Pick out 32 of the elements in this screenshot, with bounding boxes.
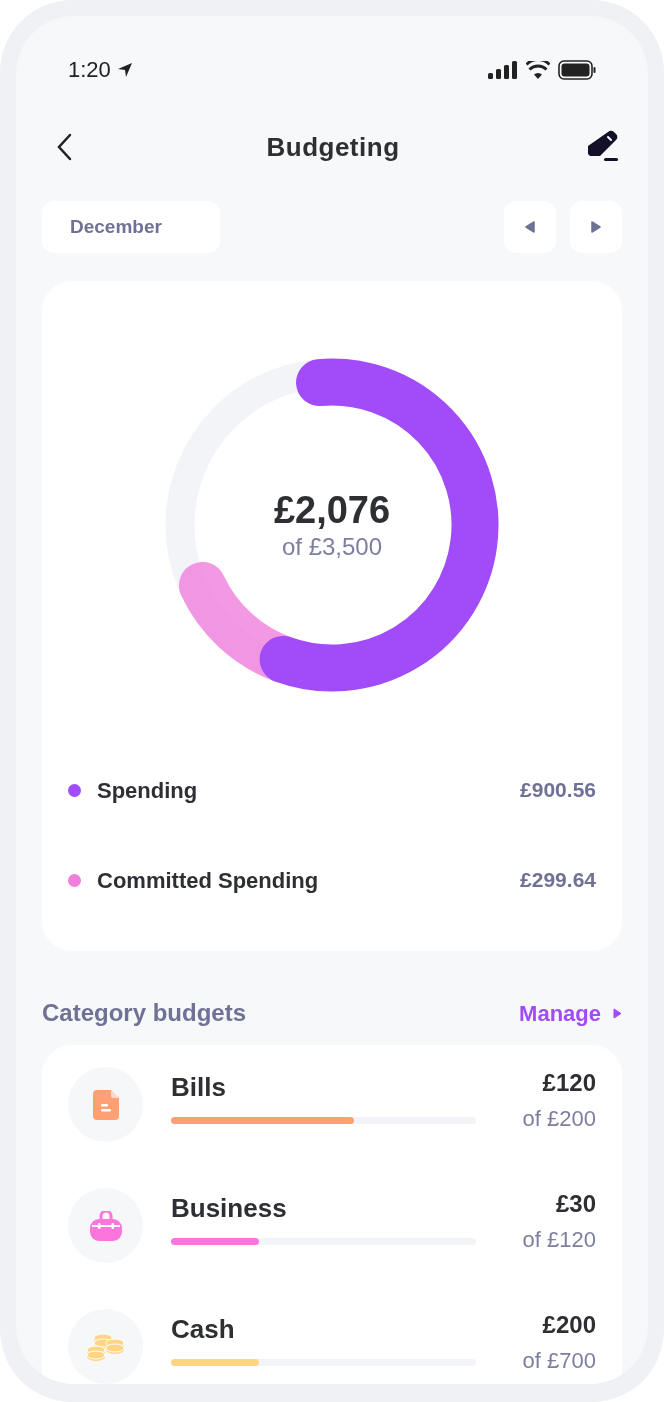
legend-label: Spending <box>97 776 198 805</box>
page-title: Budgeting <box>266 130 400 164</box>
budget-amount: of £200 <box>522 1105 596 1133</box>
legend-label: Committed Spending <box>97 866 319 895</box>
right-triangle-icon <box>613 1007 622 1019</box>
wifi-icon <box>526 60 550 79</box>
battery-icon <box>558 59 596 80</box>
spent-amount: £2,076 <box>273 488 391 533</box>
category-name: Cash <box>171 1313 236 1345</box>
spent-amount: £30 <box>555 1189 596 1219</box>
category-name: Business <box>171 1192 288 1224</box>
signal-icon <box>488 60 518 79</box>
coins-icon <box>86 1332 125 1361</box>
manage-link[interactable]: Manage <box>519 996 622 1030</box>
budget-amount: of £700 <box>522 1347 596 1375</box>
left-triangle-icon <box>525 221 535 234</box>
right-triangle-icon <box>591 221 601 234</box>
category-name: Bills <box>171 1071 227 1103</box>
legend-value: £299.64 <box>520 867 596 894</box>
budget-amount: of £120 <box>522 1226 596 1254</box>
spent-amount: £200 <box>542 1310 596 1340</box>
next-month-button[interactable] <box>570 201 622 254</box>
legend-value: £900.56 <box>520 777 596 804</box>
status-time: 1:20 <box>68 56 111 85</box>
location-arrow-icon <box>116 61 133 78</box>
total-budget: of £3,500 <box>281 532 383 563</box>
previous-month-button[interactable] <box>504 201 556 254</box>
briefcase-icon <box>89 1210 122 1241</box>
section-title: Category budgets <box>42 998 247 1028</box>
spent-amount: £120 <box>542 1068 596 1098</box>
document-icon <box>92 1089 119 1120</box>
month-selector[interactable]: December <box>42 201 220 254</box>
